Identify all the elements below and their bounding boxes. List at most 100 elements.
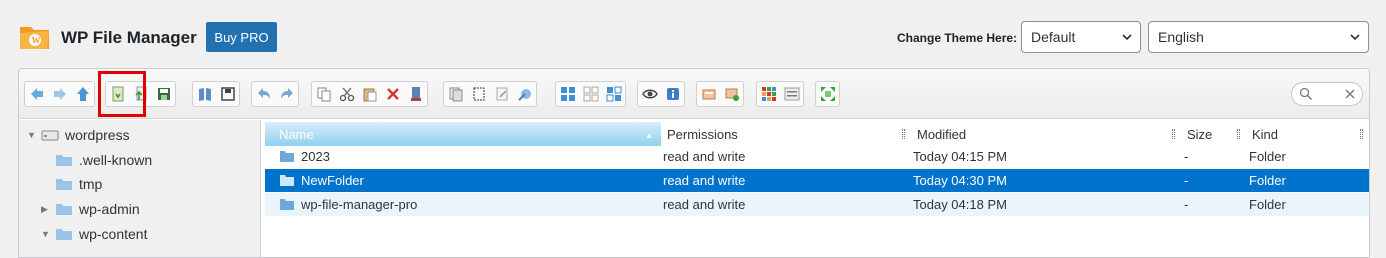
icons-view-icon[interactable] bbox=[757, 82, 780, 106]
sort-asc-icon: ▲ bbox=[645, 131, 653, 140]
column-resize-grip[interactable] bbox=[1360, 129, 1363, 139]
column-resize-grip[interactable] bbox=[902, 129, 905, 139]
language-select[interactable]: English bbox=[1148, 21, 1369, 53]
up-icon[interactable] bbox=[71, 82, 94, 106]
fullscreen-group bbox=[815, 81, 840, 107]
tree-item-label: tmp bbox=[79, 176, 103, 192]
invert-selection-icon[interactable] bbox=[602, 82, 625, 106]
back-icon[interactable] bbox=[25, 82, 48, 106]
expand-arrow-icon[interactable]: ▶ bbox=[41, 204, 51, 215]
svg-text:W: W bbox=[32, 36, 41, 46]
view-mode-group bbox=[756, 81, 804, 107]
theme-select-value: Default bbox=[1031, 29, 1076, 45]
file-permissions: read and write bbox=[663, 149, 746, 164]
rename-icon[interactable] bbox=[490, 82, 513, 106]
column-kind[interactable]: Kind bbox=[1246, 122, 1369, 146]
list-view-icon[interactable] bbox=[780, 82, 803, 106]
header: W WP File Manager Buy PRO Change Theme H… bbox=[0, 0, 1386, 68]
file-name: NewFolder bbox=[301, 173, 364, 188]
file-permissions: read and write bbox=[663, 173, 746, 188]
drive-icon bbox=[41, 130, 59, 141]
theme-label: Change Theme Here: bbox=[897, 31, 1018, 45]
theme-select[interactable]: Default bbox=[1021, 21, 1141, 53]
cut-icon[interactable] bbox=[335, 82, 358, 106]
select-none-icon[interactable] bbox=[579, 82, 602, 106]
column-modified[interactable]: Modified bbox=[911, 122, 1181, 146]
tree-item-wordpress[interactable]: ▼ wordpress bbox=[27, 124, 130, 146]
open-icon[interactable] bbox=[193, 82, 216, 106]
edit-group bbox=[311, 81, 428, 107]
file-modified: Today 04:18 PM bbox=[913, 197, 1007, 212]
folder-icon bbox=[56, 179, 72, 190]
file-ops-group bbox=[443, 81, 537, 107]
empty-icon[interactable] bbox=[404, 82, 427, 106]
view-group bbox=[555, 81, 626, 107]
tree-item-wp-admin[interactable]: ▶ wp-admin bbox=[41, 198, 140, 220]
buy-pro-button[interactable]: Buy PRO bbox=[206, 22, 277, 52]
file-manager: ▼ wordpress .well-known tmp ▶ wp-admin ▼… bbox=[18, 68, 1370, 258]
fullscreen-icon[interactable] bbox=[816, 82, 839, 106]
language-select-value: English bbox=[1158, 29, 1204, 45]
tree-item-label: wp-content bbox=[79, 226, 148, 242]
file-name: 2023 bbox=[301, 149, 330, 164]
search-icon bbox=[1299, 87, 1312, 100]
chevron-down-icon bbox=[1350, 34, 1360, 41]
nav-group bbox=[24, 81, 95, 107]
file-modified: Today 04:15 PM bbox=[913, 149, 1007, 164]
file-size: - bbox=[1184, 197, 1189, 212]
paste-icon[interactable] bbox=[358, 82, 381, 106]
table-row[interactable]: 2023 read and write Today 04:15 PM - Fol… bbox=[265, 145, 1369, 168]
preview-icon[interactable] bbox=[638, 82, 661, 106]
delete-icon[interactable] bbox=[381, 82, 404, 106]
select-icon[interactable] bbox=[467, 82, 490, 106]
expand-arrow-icon[interactable]: ▼ bbox=[27, 130, 37, 140]
forward-icon[interactable] bbox=[48, 82, 71, 106]
duplicate-icon[interactable] bbox=[444, 82, 467, 106]
wp-file-manager-logo-icon: W bbox=[20, 27, 49, 49]
edit-icon[interactable] bbox=[513, 82, 536, 106]
tree-item-tmp[interactable]: tmp bbox=[41, 173, 102, 195]
select-all-icon[interactable] bbox=[556, 82, 579, 106]
toolbar bbox=[19, 69, 1369, 119]
folder-icon bbox=[56, 204, 72, 215]
list-header: Name ▲ Permissions Modified Size Kind bbox=[265, 122, 1369, 146]
info-group bbox=[637, 81, 685, 107]
history-group bbox=[251, 81, 299, 107]
column-resize-grip[interactable] bbox=[1172, 129, 1175, 139]
save-icon[interactable] bbox=[152, 82, 175, 106]
file-size: - bbox=[1184, 173, 1189, 188]
archive-icon[interactable] bbox=[720, 82, 743, 106]
tree-item-label: wordpress bbox=[65, 127, 130, 143]
extract-icon[interactable] bbox=[697, 82, 720, 106]
download-icon[interactable] bbox=[216, 82, 239, 106]
chevron-down-icon bbox=[1122, 34, 1132, 41]
table-row-selected[interactable]: NewFolder read and write Today 04:30 PM … bbox=[265, 169, 1369, 192]
copy-icon[interactable] bbox=[312, 82, 335, 106]
column-name[interactable]: Name ▲ bbox=[265, 122, 661, 146]
table-row[interactable]: wp-file-manager-pro read and write Today… bbox=[265, 193, 1369, 216]
file-name: wp-file-manager-pro bbox=[301, 197, 418, 212]
clear-search-icon[interactable] bbox=[1344, 88, 1356, 100]
file-list: Name ▲ Permissions Modified Size Kind 20… bbox=[265, 120, 1369, 257]
info-icon[interactable] bbox=[661, 82, 684, 106]
expand-arrow-icon[interactable]: ▼ bbox=[41, 229, 51, 239]
column-permissions[interactable]: Permissions bbox=[661, 122, 911, 146]
tree-item-wp-content[interactable]: ▼ wp-content bbox=[41, 223, 147, 245]
highlight-box bbox=[98, 71, 146, 117]
file-permissions: read and write bbox=[663, 197, 746, 212]
tree-item-well-known[interactable]: .well-known bbox=[41, 149, 152, 171]
folder-icon bbox=[280, 175, 294, 186]
file-size: - bbox=[1184, 149, 1189, 164]
file-kind: Folder bbox=[1249, 173, 1286, 188]
column-size[interactable]: Size bbox=[1181, 122, 1246, 146]
column-resize-grip[interactable] bbox=[1237, 129, 1240, 139]
redo-icon[interactable] bbox=[275, 82, 298, 106]
tree-item-label: wp-admin bbox=[79, 201, 140, 217]
undo-icon[interactable] bbox=[252, 82, 275, 106]
open-group bbox=[192, 81, 240, 107]
folder-tree: ▼ wordpress .well-known tmp ▶ wp-admin ▼… bbox=[19, 120, 261, 257]
search-input[interactable] bbox=[1291, 82, 1363, 106]
folder-icon bbox=[56, 229, 72, 240]
folder-icon bbox=[56, 155, 72, 166]
tree-item-label: .well-known bbox=[79, 152, 153, 168]
